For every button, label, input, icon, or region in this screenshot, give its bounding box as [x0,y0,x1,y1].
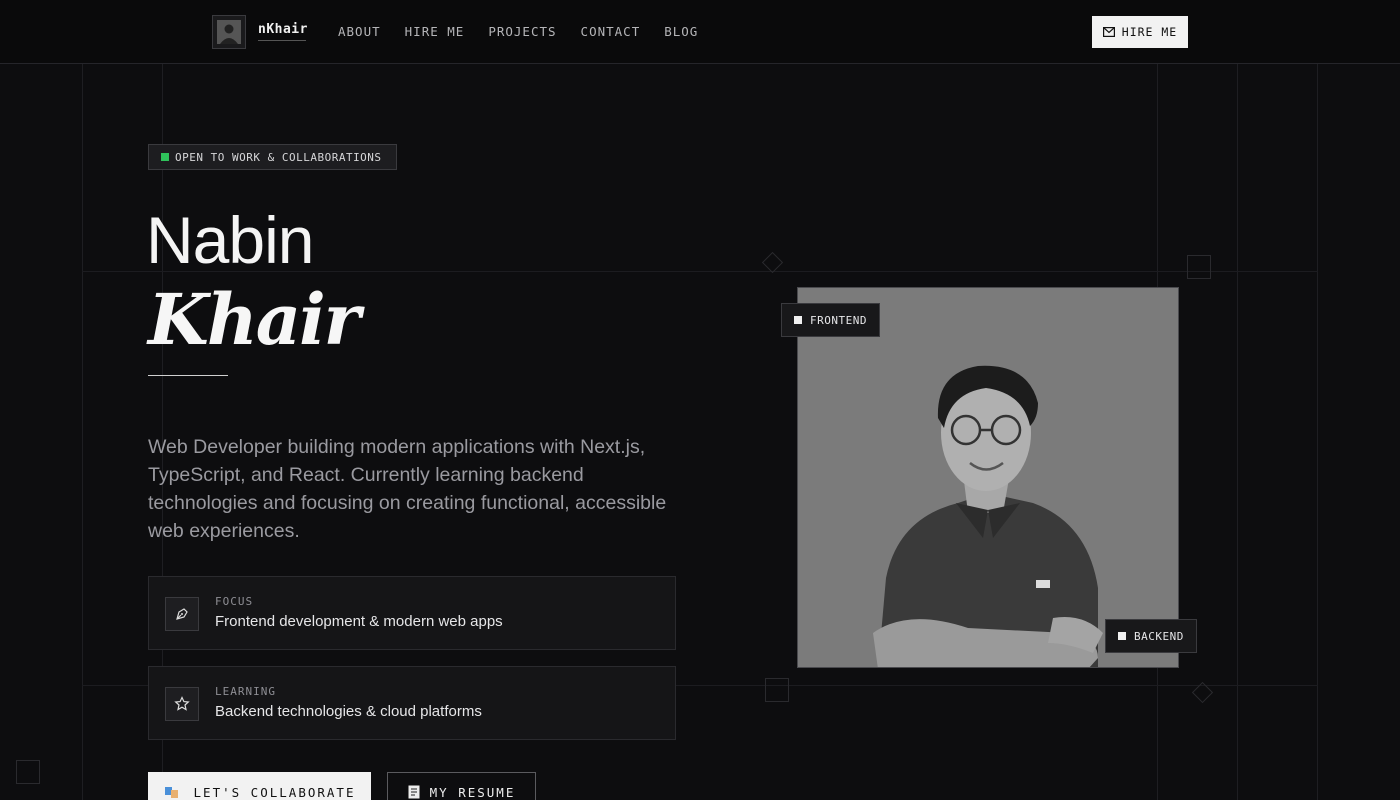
square-decor [16,760,40,784]
hire-me-label: HIRE ME [1121,25,1178,39]
profile-photo [797,287,1179,668]
name-divider [148,375,228,376]
learning-value: Backend technologies & cloud platforms [215,703,482,720]
my-resume-label: MY RESUME [429,784,516,800]
learning-label: LEARNING [215,685,276,698]
nav-blog[interactable]: BLOG [664,24,698,39]
last-name: Khair [148,278,361,361]
square-decor [1187,255,1211,279]
frontend-tag-label: FRONTEND [810,313,867,327]
diamond-decor [761,251,784,274]
status-dot-icon [161,153,169,161]
logo-underline [258,40,306,41]
logo-avatar[interactable] [212,15,246,49]
focus-label: FOCUS [215,595,254,608]
backend-tag-label: BACKEND [1134,629,1184,643]
hire-me-button[interactable]: HIRE ME [1092,16,1188,48]
learning-card: LEARNING Backend technologies & cloud pl… [148,666,676,740]
nav-about[interactable]: ABOUT [338,24,381,39]
backend-tag: BACKEND [1105,619,1197,653]
lets-collaborate-button[interactable]: LET'S COLLABORATE [148,772,371,800]
site-header: nKhair ABOUT HIRE ME PROJECTS CONTACT BL… [0,0,1400,64]
mail-icon [1102,27,1115,37]
nav-contact[interactable]: CONTACT [581,24,641,39]
handshake-icon [164,787,178,798]
grid-line [1237,64,1238,800]
pen-tool-icon [165,597,199,631]
document-icon [408,785,420,799]
nav-projects[interactable]: PROJECTS [488,24,556,39]
status-badge: OPEN TO WORK & COLLABORATIONS [148,144,397,170]
first-name: Nabin [146,203,314,277]
tag-square-icon [1118,632,1126,640]
main-nav: ABOUT HIRE ME PROJECTS CONTACT BLOG [338,24,698,39]
focus-card: FOCUS Frontend development & modern web … [148,576,676,650]
square-decor [765,678,789,702]
nav-hire-me[interactable]: HIRE ME [405,24,465,39]
portrait-illustration [798,288,1178,667]
grid-line [82,64,83,800]
hero-description: Web Developer building modern applicatio… [148,436,667,542]
focus-value: Frontend development & modern web apps [215,613,503,630]
my-resume-button[interactable]: MY RESUME [387,772,536,800]
grid-line [1317,64,1318,800]
avatar-icon [217,20,241,44]
star-icon [165,687,199,721]
tag-square-icon [794,316,802,324]
status-badge-text: OPEN TO WORK & COLLABORATIONS [175,150,382,164]
frontend-tag: FRONTEND [781,303,880,337]
logo-text[interactable]: nKhair [258,22,308,37]
lets-collaborate-label: LET'S COLLABORATE [193,784,356,800]
